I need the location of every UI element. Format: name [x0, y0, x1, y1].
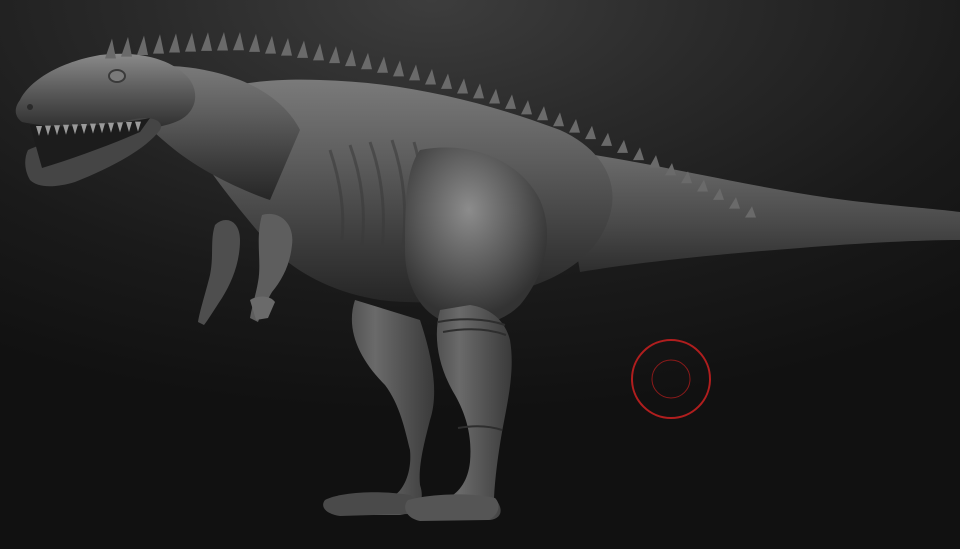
spike — [425, 68, 436, 85]
spike — [441, 73, 452, 89]
spike — [473, 83, 484, 99]
spike — [105, 38, 116, 59]
spike — [505, 94, 516, 109]
spike — [153, 34, 164, 54]
spike — [409, 64, 420, 81]
spike — [393, 60, 404, 77]
eye — [108, 69, 126, 83]
spike — [521, 100, 532, 115]
spike — [377, 56, 388, 73]
spike — [457, 78, 468, 94]
spike — [329, 46, 340, 64]
spike — [217, 32, 228, 51]
spike — [185, 32, 196, 52]
spike — [313, 43, 324, 61]
spike — [569, 118, 580, 133]
spike — [633, 147, 644, 161]
arms — [198, 213, 293, 325]
far-hind-leg — [326, 300, 435, 515]
spike — [201, 32, 212, 51]
spike — [249, 33, 260, 52]
head — [15, 53, 196, 187]
spike — [345, 49, 356, 67]
spike — [265, 35, 276, 54]
spike — [361, 52, 372, 70]
spike — [169, 33, 180, 53]
spike — [489, 88, 500, 104]
spike — [649, 155, 660, 168]
nostril — [27, 104, 33, 110]
spike — [617, 139, 628, 153]
far-foot — [323, 492, 416, 516]
tail — [560, 150, 960, 272]
spike — [537, 106, 548, 121]
spike — [553, 112, 564, 127]
spike — [121, 36, 132, 57]
near-foot — [405, 494, 499, 521]
spike — [281, 38, 292, 56]
spike — [601, 132, 612, 146]
sculpt-viewport[interactable] — [0, 0, 960, 549]
spike — [233, 32, 244, 51]
spike — [297, 40, 308, 58]
dinosaur-model[interactable] — [0, 0, 960, 549]
spike — [137, 35, 148, 55]
spike — [585, 125, 596, 140]
